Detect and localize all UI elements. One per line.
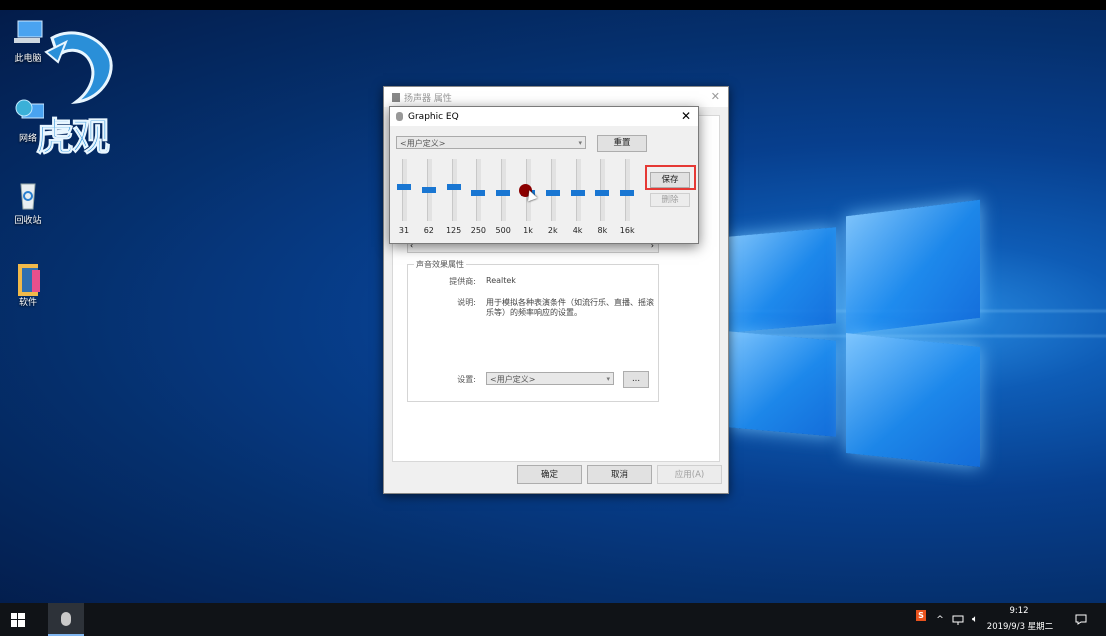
windows-start-icon <box>11 612 25 627</box>
dialog-title: 扬声器 属性 <box>404 93 452 104</box>
eq-band-track[interactable] <box>451 159 457 221</box>
eq-band-slider-thumb[interactable] <box>446 183 461 190</box>
eq-band-frequency-label: 1k <box>523 226 533 235</box>
eq-band-frequency-label: 4k <box>572 226 583 235</box>
eq-band-frequency-label: 62 <box>423 226 434 235</box>
eq-titlebar: Graphic EQ ✕ <box>390 107 698 126</box>
computer-icon <box>12 18 44 48</box>
volume-icon: 🔈︎ <box>972 614 978 625</box>
desktop-icon-label: 此电脑 <box>14 54 42 64</box>
network-icon <box>12 98 45 128</box>
eq-band-frequency-label: 250 <box>470 226 487 235</box>
speaker-icon <box>392 92 400 102</box>
folder-icon <box>12 262 44 296</box>
close-icon[interactable]: ✕ <box>711 90 720 103</box>
chevron-down-icon: ▾ <box>606 375 610 383</box>
volume-tray-icon[interactable]: 🔈︎ <box>967 603 983 636</box>
eq-band-slider-thumb[interactable] <box>545 190 560 197</box>
eq-shield-icon <box>396 112 403 121</box>
settings-label: 设置: <box>457 375 476 384</box>
more-settings-button[interactable]: ... <box>623 371 649 388</box>
ime-indicator[interactable]: S <box>913 599 929 632</box>
eq-band-track[interactable] <box>402 159 407 221</box>
desktop-icon-recycle-bin[interactable]: 回收站 <box>0 180 56 226</box>
eq-band-slider-thumb[interactable] <box>620 190 635 197</box>
description-label: 说明: <box>457 298 476 307</box>
action-center-button[interactable] <box>1068 603 1094 636</box>
eq-band-slider-thumb[interactable] <box>471 190 486 197</box>
eq-band-slider-thumb[interactable] <box>421 187 436 193</box>
windows-logo-pane <box>728 331 836 437</box>
eq-band-slider-thumb[interactable] <box>595 190 610 197</box>
network-tray-icon[interactable] <box>950 603 966 636</box>
eq-title: Graphic EQ <box>408 111 459 122</box>
notification-icon <box>1075 614 1087 625</box>
taskbar-app-sound-settings[interactable] <box>48 603 84 636</box>
windows-logo-pane <box>846 199 980 335</box>
eq-band-frequency-label: 500 <box>495 226 511 235</box>
ime-icon: S <box>916 610 926 621</box>
speaker-shield-icon <box>61 611 71 626</box>
eq-band-slider-thumb[interactable] <box>570 190 585 197</box>
chevron-down-icon: ▾ <box>578 139 582 147</box>
apply-button[interactable]: 应用(A) <box>657 465 722 484</box>
ok-button[interactable]: 确定 <box>517 465 582 484</box>
delete-button[interactable]: 删除 <box>650 193 690 207</box>
close-icon[interactable]: ✕ <box>681 109 691 123</box>
windows-logo-pane <box>728 227 836 333</box>
taskbar: S ^ 🔈︎ 9:12 2019/9/3 星期二 <box>0 603 1106 636</box>
eq-band-slider-thumb[interactable] <box>397 183 411 190</box>
desktop-icon-software[interactable]: 软件 <box>0 262 56 308</box>
dialog-titlebar: 扬声器 属性 ✕ <box>384 87 728 107</box>
desktop-icon-label: 软件 <box>18 298 37 308</box>
eq-band-frequency-label: 8k <box>597 226 608 235</box>
recycle-bin-icon <box>12 180 44 210</box>
eq-band-frequency-label: 16k <box>619 226 635 235</box>
eq-preset-dropdown[interactable]: <用户定义> ▾ <box>396 136 586 149</box>
tray-chevron[interactable]: ^ <box>932 603 948 636</box>
eq-band-slider-thumb[interactable] <box>496 190 511 197</box>
windows-logo-pane <box>846 332 980 468</box>
network-icon <box>952 615 964 625</box>
desktop-icon-this-pc[interactable]: 此电脑 <box>0 18 56 64</box>
provider-label: 提供商: <box>449 277 476 286</box>
provider-value: Realtek <box>486 276 516 285</box>
description-line: 乐等）的频率响应的设置。 <box>486 308 582 317</box>
settings-value: <用户定义> <box>490 375 536 384</box>
desktop-icon-label: 回收站 <box>14 216 42 226</box>
eq-preset-value: <用户定义> <box>400 139 446 148</box>
save-button-highlight <box>645 165 696 190</box>
eq-band-frequency-label: 2k <box>547 226 558 235</box>
start-button[interactable] <box>0 603 36 636</box>
chevron-up-icon: ^ <box>936 614 944 625</box>
clock-time[interactable]: 9:12 <box>988 606 1050 616</box>
settings-dropdown[interactable]: <用户定义> ▾ <box>486 372 614 385</box>
eq-band-frequency-label: 125 <box>445 226 462 235</box>
desktop-icon-label: 网络 <box>18 134 37 144</box>
group-title: 声音效果属性 <box>414 259 466 270</box>
reset-button[interactable]: 重置 <box>597 135 647 152</box>
clock-date[interactable]: 2019/9/3 星期二 <box>986 620 1054 632</box>
desktop-icon-network[interactable]: 网络 <box>0 98 56 144</box>
cancel-button[interactable]: 取消 <box>587 465 652 484</box>
sound-effect-properties-group: 声音效果属性 提供商: Realtek 说明: 用于模拟各种表演条件（如流行乐、… <box>407 259 659 402</box>
eq-band-frequency-label: 31 <box>398 226 410 235</box>
